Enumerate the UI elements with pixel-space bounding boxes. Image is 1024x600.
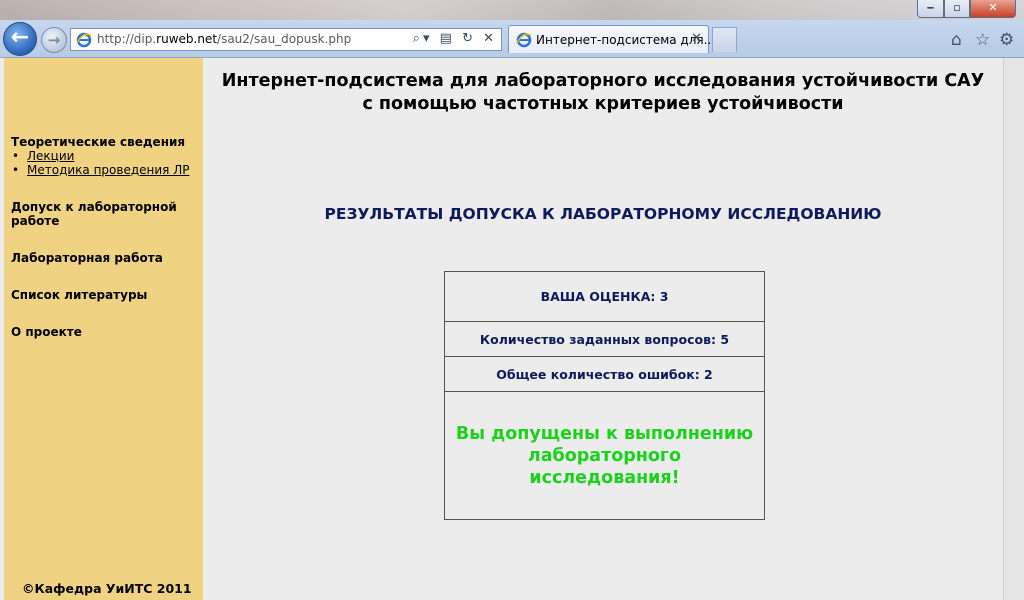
forward-button[interactable]: → <box>41 27 67 53</box>
new-tab-button[interactable] <box>712 27 737 52</box>
forward-arrow-icon: → <box>47 31 61 49</box>
table-row: ВАША ОЦЕНКА: 3 <box>444 271 765 322</box>
minimize-icon: ‒ <box>926 1 935 14</box>
close-icon: ✕ <box>988 1 998 14</box>
sidebar-theory-list: Лекции Методика проведения ЛР <box>11 149 189 177</box>
close-window-button[interactable]: ✕ <box>970 0 1016 18</box>
grade-cell: ВАША ОЦЕНКА: 3 <box>444 271 765 322</box>
sidebar-link-lectures[interactable]: Лекции <box>27 149 74 163</box>
title-bar-background <box>0 0 1024 20</box>
sidebar-item-literature[interactable]: Список литературы <box>11 288 147 302</box>
table-row: Количество заданных вопросов: 5 <box>444 321 765 357</box>
sidebar-item-lab-work[interactable]: Лабораторная работа <box>11 251 163 265</box>
maximize-icon: ▫ <box>953 1 961 14</box>
url-text[interactable]: http://dip.ruweb.net/sau2/sau_dopusk.php <box>97 32 351 46</box>
page-title-line-1: Интернет-подсистема для лабораторного ис… <box>221 71 985 91</box>
vertical-scrollbar[interactable] <box>1003 58 1024 600</box>
maximize-button[interactable]: ▫ <box>944 0 970 18</box>
list-item: Методика проведения ЛР <box>11 163 189 177</box>
sidebar: Теоретические сведения Лекции Методика п… <box>4 58 203 600</box>
minimize-button[interactable]: ‒ <box>917 0 944 18</box>
url-prefix: http://dip. <box>97 32 157 46</box>
table-row: Вы допущены к выполнению лабораторного и… <box>444 391 765 520</box>
sidebar-item-about[interactable]: О проекте <box>11 325 82 339</box>
page-title: Интернет-подсистема для лабораторного ис… <box>203 70 1003 116</box>
address-bar[interactable]: http://dip.ruweb.net/sau2/sau_dopusk.php… <box>70 28 502 51</box>
errors-count-cell: Общее количество ошибок: 2 <box>444 356 765 392</box>
sidebar-link-methodology[interactable]: Методика проведения ЛР <box>27 163 189 177</box>
url-path: /sau2/sau_dopusk.php <box>217 32 352 46</box>
back-button[interactable]: ← <box>3 22 37 56</box>
tools-gear-icon[interactable]: ⚙ <box>999 30 1014 50</box>
tab-title: Интернет-подсистема для... <box>536 33 716 47</box>
sidebar-item-admission[interactable]: Допуск к лабораторной работе <box>11 200 191 228</box>
copyright-text: ©Кафедра УиИТС 2011 <box>22 581 192 596</box>
ie-logo-icon <box>76 32 92 48</box>
questions-count-cell: Количество заданных вопросов: 5 <box>444 321 765 357</box>
admission-message: Вы допущены к выполнению лабораторного и… <box>444 391 765 520</box>
browser-chrome: ‒ ▫ ✕ ← → http://dip.ruweb.net/sau2/sau_… <box>0 0 1024 58</box>
list-item: Лекции <box>11 149 189 163</box>
page-title-line-2: с помощью частотных критериев устойчивос… <box>362 94 844 114</box>
page-content: Теоретические сведения Лекции Методика п… <box>0 58 1024 600</box>
results-heading: РЕЗУЛЬТАТЫ ДОПУСКА К ЛАБОРАТОРНОМУ ИССЛЕ… <box>324 205 882 223</box>
results-table: ВАША ОЦЕНКА: 3 Количество заданных вопро… <box>444 271 765 520</box>
tab-close-icon[interactable]: ✕ <box>691 31 702 46</box>
favorites-star-icon[interactable]: ☆ <box>975 30 990 50</box>
address-tools-icons[interactable]: ⌕▾ ▤ ↻ ✕ <box>413 31 497 46</box>
url-domain: ruweb.net <box>156 32 218 46</box>
table-row: Общее количество ошибок: 2 <box>444 356 765 392</box>
tab-active[interactable]: Интернет-подсистема для... ✕ <box>508 25 715 53</box>
ie-logo-icon <box>516 32 532 48</box>
sidebar-section-theory: Теоретические сведения <box>11 135 186 149</box>
back-arrow-icon: ← <box>10 25 30 50</box>
home-icon[interactable]: ⌂ <box>951 30 962 50</box>
